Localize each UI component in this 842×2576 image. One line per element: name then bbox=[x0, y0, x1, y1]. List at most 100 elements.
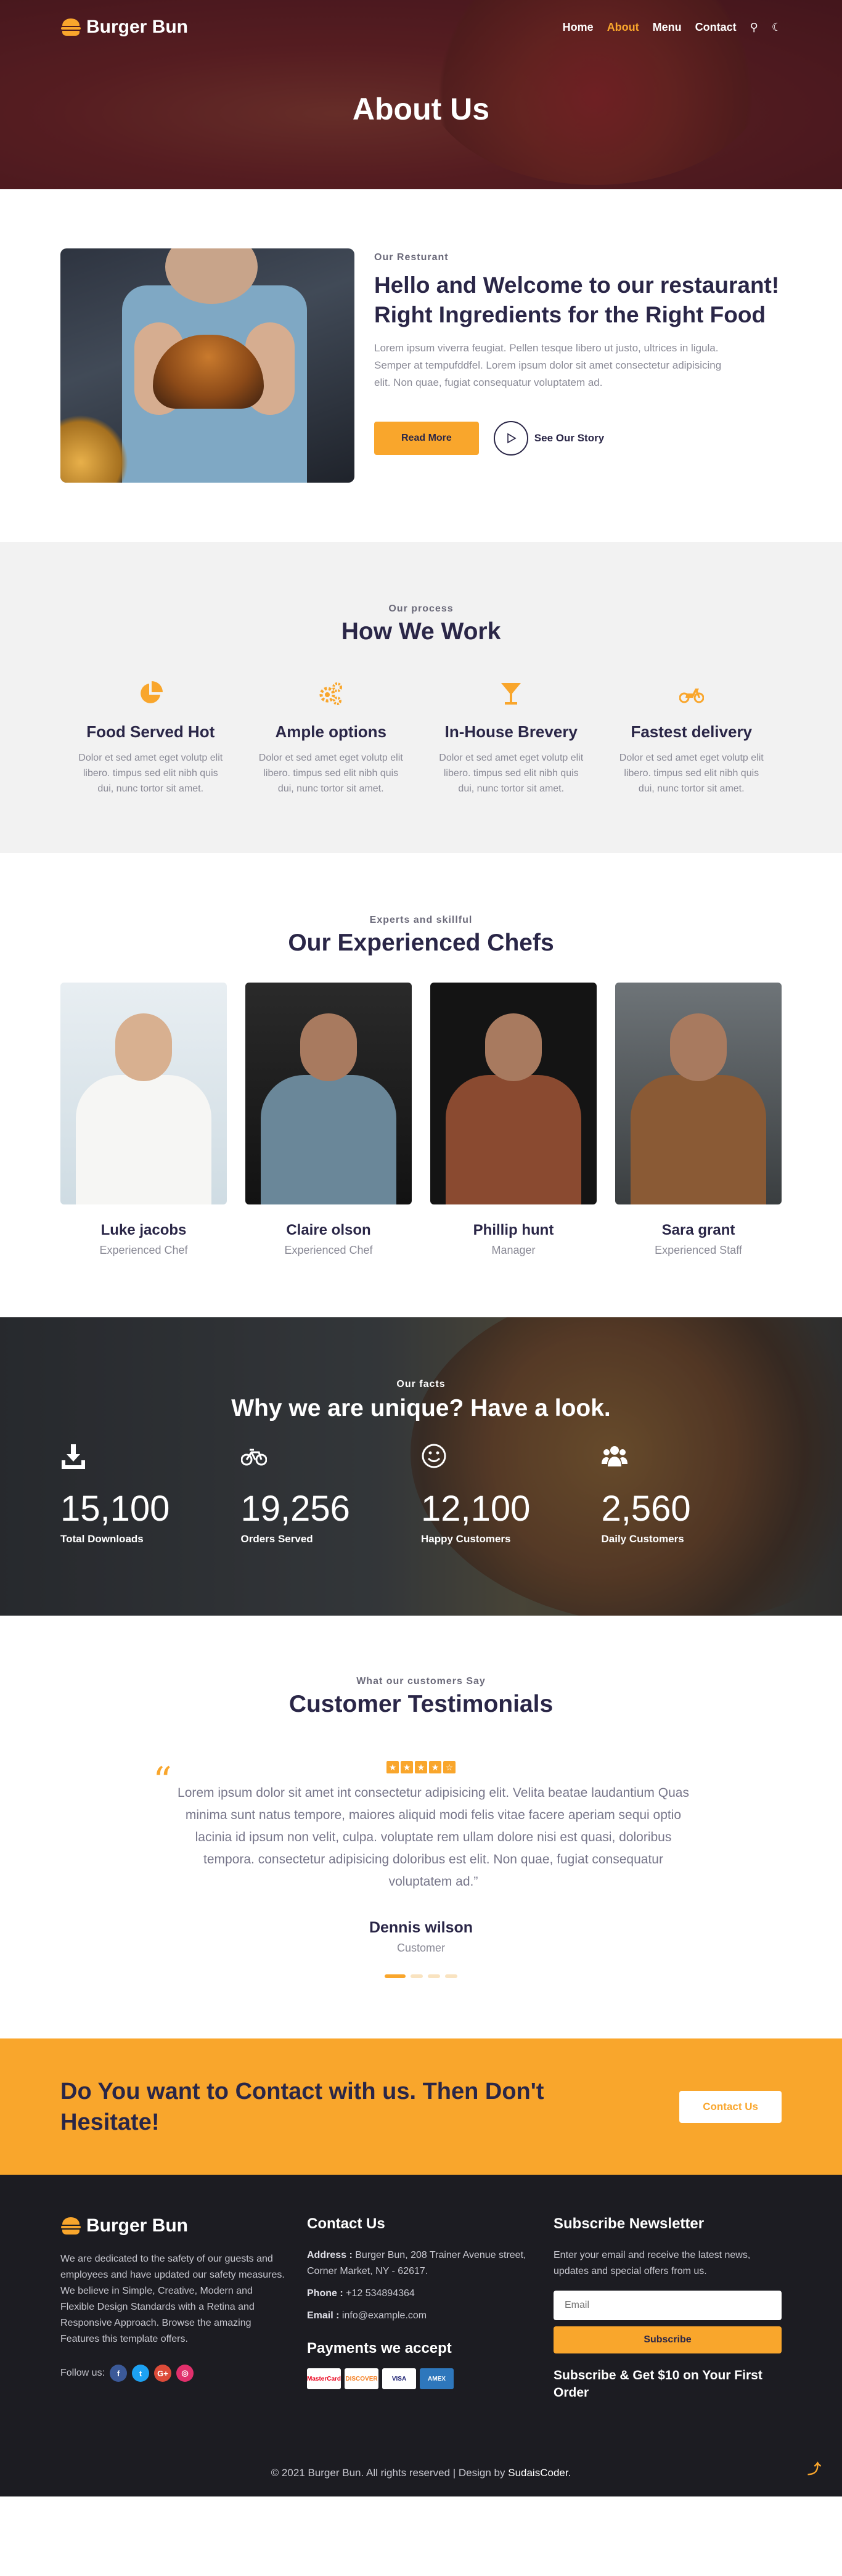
chefs-section: Experts and skillful Our Experienced Che… bbox=[0, 853, 842, 1317]
contact-title: Contact Us bbox=[307, 2215, 385, 2232]
gears-icon bbox=[319, 682, 342, 705]
nav-home[interactable]: Home bbox=[563, 21, 594, 34]
star-icon: ★ bbox=[415, 1761, 427, 1773]
site-footer: Burger Bun We are dedicated to the safet… bbox=[0, 2175, 842, 2496]
chef-role: Experienced Chef bbox=[99, 1244, 188, 1256]
newsletter-text: Enter your email and receive the latest … bbox=[554, 2250, 751, 2276]
testimonials-title: Customer Testimonials bbox=[288, 1691, 554, 1717]
fact-label: Happy Customers bbox=[421, 1533, 511, 1545]
brand-name: Burger Bun bbox=[86, 17, 188, 37]
hero-banner: Burger Bun Home About Menu Contact ⚲ ☾ A… bbox=[0, 0, 842, 189]
back-to-top-icon[interactable]: ⤴ bbox=[807, 2458, 821, 2478]
chef-card: Phillip hunt Manager bbox=[430, 983, 597, 1257]
facebook-icon[interactable]: f bbox=[110, 2365, 128, 2382]
chef-name: Phillip hunt bbox=[473, 1222, 554, 1238]
process-card: Ample options Dolor et sed amet eget vol… bbox=[241, 681, 422, 796]
chef-card: Claire olson Experienced Chef bbox=[245, 983, 412, 1257]
cta-banner: Do You want to Contact with us. Then Don… bbox=[0, 2038, 842, 2175]
footer-logo[interactable]: Burger Bun bbox=[60, 2215, 288, 2236]
process-card: Food Served Hot Dolor et sed amet eget v… bbox=[60, 681, 241, 796]
contact-us-button[interactable]: Contact Us bbox=[679, 2090, 782, 2123]
process-card-title: Ample options bbox=[275, 722, 387, 741]
process-card-title: Food Served Hot bbox=[86, 722, 215, 741]
about-title: Hello and Welcome to our restaurant! Rig… bbox=[374, 272, 780, 327]
chef-role: Experienced Chef bbox=[284, 1244, 373, 1256]
testimonial-role: Customer bbox=[396, 1942, 446, 1954]
process-card-text: Dolor et sed amet eget volutp elit liber… bbox=[78, 753, 223, 794]
testimonial-text: Lorem ipsum dolor sit amet int consectet… bbox=[178, 1786, 689, 1889]
payment-cards: MasterCard DISCOVER VISA AMEX bbox=[307, 2368, 535, 2389]
fact-item: 15,100 Total Downloads bbox=[60, 1443, 241, 1545]
twitter-icon[interactable]: t bbox=[132, 2365, 150, 2382]
star-half-icon: ☆ bbox=[443, 1761, 456, 1773]
cta-title: Do You want to Contact with us. Then Don… bbox=[60, 2078, 544, 2135]
see-story-link[interactable]: See Our Story bbox=[493, 421, 604, 456]
newsletter-title: Subscribe Newsletter bbox=[554, 2215, 705, 2232]
footer-email: Email : info@example.com bbox=[307, 2310, 427, 2321]
testimonials-eyebrow: What our customers Say bbox=[356, 1676, 486, 1687]
social-links: Follow us: f t G+ ◎ bbox=[60, 2365, 288, 2382]
chef-photo bbox=[245, 983, 412, 1204]
chefs-eyebrow: Experts and skillful bbox=[369, 915, 473, 925]
chef-photo bbox=[60, 983, 227, 1204]
play-icon bbox=[493, 421, 528, 456]
quote-icon: “ bbox=[153, 1759, 172, 1802]
testimonial-quote: “ Lorem ipsum dolor sit amet int consect… bbox=[153, 1762, 689, 1893]
about-body: Lorem ipsum viverra feugiat. Pellen tesq… bbox=[374, 342, 722, 388]
instagram-icon[interactable]: ◎ bbox=[176, 2365, 194, 2382]
nav-contact[interactable]: Contact bbox=[695, 21, 737, 34]
amex-icon: AMEX bbox=[420, 2368, 454, 2389]
brand-logo[interactable]: Burger Bun bbox=[60, 17, 188, 38]
carousel-dot[interactable] bbox=[385, 1974, 406, 1978]
chef-role: Experienced Staff bbox=[655, 1244, 742, 1256]
fact-label: Daily Customers bbox=[601, 1533, 684, 1545]
process-card: Fastest delivery Dolor et sed amet eget … bbox=[602, 681, 782, 796]
chef-photo bbox=[430, 983, 597, 1204]
footer-about: We are dedicated to the safety of our gu… bbox=[60, 2254, 285, 2344]
visa-icon: VISA bbox=[382, 2368, 416, 2389]
chefs-title: Our Experienced Chefs bbox=[288, 930, 554, 956]
carousel-dot[interactable] bbox=[445, 1974, 457, 1978]
fact-value: 15,100 bbox=[60, 1489, 170, 1529]
nav-about[interactable]: About bbox=[607, 21, 639, 34]
footer-phone: Phone : +12 534894364 bbox=[307, 2288, 415, 2299]
about-image bbox=[60, 248, 354, 483]
newsletter-email-input[interactable] bbox=[554, 2291, 782, 2320]
chef-name: Claire olson bbox=[286, 1222, 371, 1238]
copyright-text: © 2021 Burger Bun. All rights reserved |… bbox=[271, 2467, 505, 2479]
chef-card: Luke jacobs Experienced Chef bbox=[60, 983, 227, 1257]
subscribe-button[interactable]: Subscribe bbox=[554, 2326, 782, 2353]
chef-card: Sara grant Experienced Staff bbox=[615, 983, 782, 1257]
fact-value: 12,100 bbox=[421, 1489, 531, 1529]
dark-mode-icon[interactable]: ☾ bbox=[772, 21, 782, 34]
chef-photo bbox=[615, 983, 782, 1204]
carousel-dots bbox=[60, 1974, 782, 1978]
subscribe-promo: Subscribe & Get $10 on Your First Order bbox=[554, 2368, 762, 2400]
carousel-dot[interactable] bbox=[411, 1974, 423, 1978]
fact-item: 19,256 Orders Served bbox=[240, 1443, 422, 1545]
users-icon bbox=[601, 1446, 627, 1466]
cocktail-icon bbox=[501, 683, 521, 705]
facts-eyebrow: Our facts bbox=[396, 1379, 446, 1389]
top-navbar: Burger Bun Home About Menu Contact ⚲ ☾ bbox=[0, 0, 842, 54]
smile-icon bbox=[422, 1444, 446, 1468]
process-card-title: Fastest delivery bbox=[631, 722, 753, 741]
pie-chart-icon bbox=[141, 681, 163, 703]
payments-title: Payments we accept bbox=[307, 2340, 452, 2357]
search-icon[interactable]: ⚲ bbox=[750, 21, 758, 34]
read-more-button[interactable]: Read More bbox=[374, 422, 479, 455]
chef-name: Sara grant bbox=[661, 1222, 735, 1238]
process-section: Our process How We Work Food Served Hot … bbox=[0, 542, 842, 853]
follow-label: Follow us: bbox=[60, 2368, 105, 2378]
nav-menu[interactable]: Menu bbox=[653, 21, 682, 34]
carousel-dot[interactable] bbox=[428, 1974, 440, 1978]
burger-icon bbox=[61, 2217, 81, 2235]
main-menu: Home About Menu Contact ⚲ ☾ bbox=[563, 21, 782, 34]
star-icon: ★ bbox=[429, 1761, 441, 1773]
google-plus-icon[interactable]: G+ bbox=[154, 2365, 172, 2382]
fact-label: Orders Served bbox=[240, 1533, 313, 1545]
designer-link[interactable]: SudaisCoder. bbox=[508, 2467, 571, 2479]
fact-label: Total Downloads bbox=[60, 1533, 144, 1545]
facts-title: Why we are unique? Have a look. bbox=[231, 1395, 611, 1421]
facts-section: Our facts Why we are unique? Have a look… bbox=[0, 1317, 842, 1616]
